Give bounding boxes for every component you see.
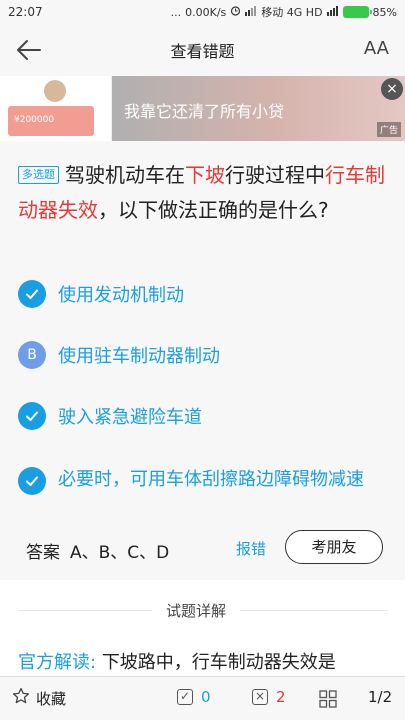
wrong-icon: × — [252, 689, 268, 705]
ad-label: 广告 — [376, 122, 401, 137]
back-arrow-icon[interactable] — [14, 36, 44, 64]
ad-thumbnail[interactable]: ¥200000 — [0, 76, 112, 141]
official-explanation: 官方解读: 下坡路中，行车制动器失效是 — [18, 648, 336, 674]
correct-icon: ✓ — [177, 689, 193, 705]
page-indicator: 1/2 — [368, 688, 393, 706]
explanation-title: 试题详解 — [152, 600, 241, 621]
correct-count-value: 0 — [201, 688, 211, 706]
option-letter-badge: B — [18, 341, 46, 369]
bottom-bar: 收藏 ✓ 0 × 2 1/2 — [0, 676, 405, 720]
wrong-count-value: 2 — [276, 688, 286, 706]
check-circle-icon — [18, 280, 46, 308]
option-b[interactable]: B 使用驻车制动器制动 — [18, 341, 388, 372]
alarm-icon — [230, 5, 241, 19]
ad-amount: ¥200000 — [14, 115, 55, 125]
answer-value: A、B、C、D — [70, 542, 170, 563]
explanation-section: 试题详解 官方解读: 下坡路中，行车制动器失效是 — [0, 580, 405, 676]
question-text: 多选题 驾驶机动车在下坡行驶过程中行车制动器失效，以下做法正确的是什么? — [18, 158, 390, 228]
question-part: 驾驶机动车在 — [65, 163, 185, 187]
battery-icon — [342, 6, 372, 18]
question-part: 行驶过程中 — [225, 163, 325, 187]
ad-banner-image[interactable]: 我靠它还清了所有小贷 — [112, 76, 405, 141]
favorite-label: 收藏 — [36, 689, 67, 708]
star-icon — [12, 687, 30, 709]
ad-banner-text: 我靠它还清了所有小贷 — [124, 102, 285, 121]
option-text: 必要时，可用车体刮擦路边障碍物减速 — [58, 469, 364, 490]
status-bar: 22:07 ... 0.00K/s 移动 4G HD 85% — [0, 0, 405, 24]
report-error-link[interactable]: 报错 — [236, 538, 266, 559]
wrong-count[interactable]: × 2 — [252, 688, 286, 706]
status-dots: ... — [170, 5, 182, 19]
grid-icon[interactable] — [319, 690, 337, 708]
answer-row: 答案 A、B、C、D 报错 考朋友 — [0, 530, 405, 570]
ad-avatar — [44, 80, 66, 102]
ad-close-icon[interactable]: × — [381, 78, 403, 100]
nav-bar: 查看错题 AA — [0, 24, 405, 76]
question-highlight: 下坡 — [185, 163, 225, 187]
official-label: 官方解读: — [18, 652, 97, 673]
check-circle-icon — [18, 402, 46, 430]
answer-label: 答案 — [26, 542, 60, 563]
option-text: 驶入紧急避险车道 — [58, 407, 202, 428]
option-d[interactable]: 必要时，可用车体刮擦路边障碍物减速 — [18, 464, 388, 495]
signal-icon — [245, 5, 257, 19]
quiz-friend-button[interactable]: 考朋友 — [285, 530, 383, 564]
official-text: 下坡路中，行车制动器失效是 — [101, 652, 336, 673]
check-circle-icon — [18, 467, 46, 495]
battery-percent: 85% — [372, 5, 397, 19]
favorite-button[interactable]: 收藏 — [12, 687, 66, 709]
ad-card: ¥200000 — [8, 106, 94, 136]
signal-bars-icon — [326, 5, 339, 19]
correct-count[interactable]: ✓ 0 — [177, 688, 211, 706]
option-a[interactable]: 使用发动机制动 — [18, 280, 388, 311]
question-part: ，以下做法正确的是什么? — [98, 198, 329, 222]
option-text: 使用驻车制动器制动 — [58, 346, 220, 367]
carrier-label: 移动 4G HD — [261, 6, 323, 19]
question-type-badge: 多选题 — [18, 166, 59, 184]
ad-banner[interactable]: ¥200000 我靠它还清了所有小贷 × 广告 — [0, 76, 405, 141]
option-text: 使用发动机制动 — [58, 285, 184, 306]
network-speed: 0.00K/s — [185, 5, 227, 19]
status-right: ... 0.00K/s 移动 4G HD 85% — [171, 4, 397, 20]
font-size-icon[interactable]: AA — [364, 38, 389, 59]
status-time: 22:07 — [8, 5, 43, 19]
option-c[interactable]: 驶入紧急避险车道 — [18, 402, 388, 433]
page-title: 查看错题 — [170, 42, 235, 61]
